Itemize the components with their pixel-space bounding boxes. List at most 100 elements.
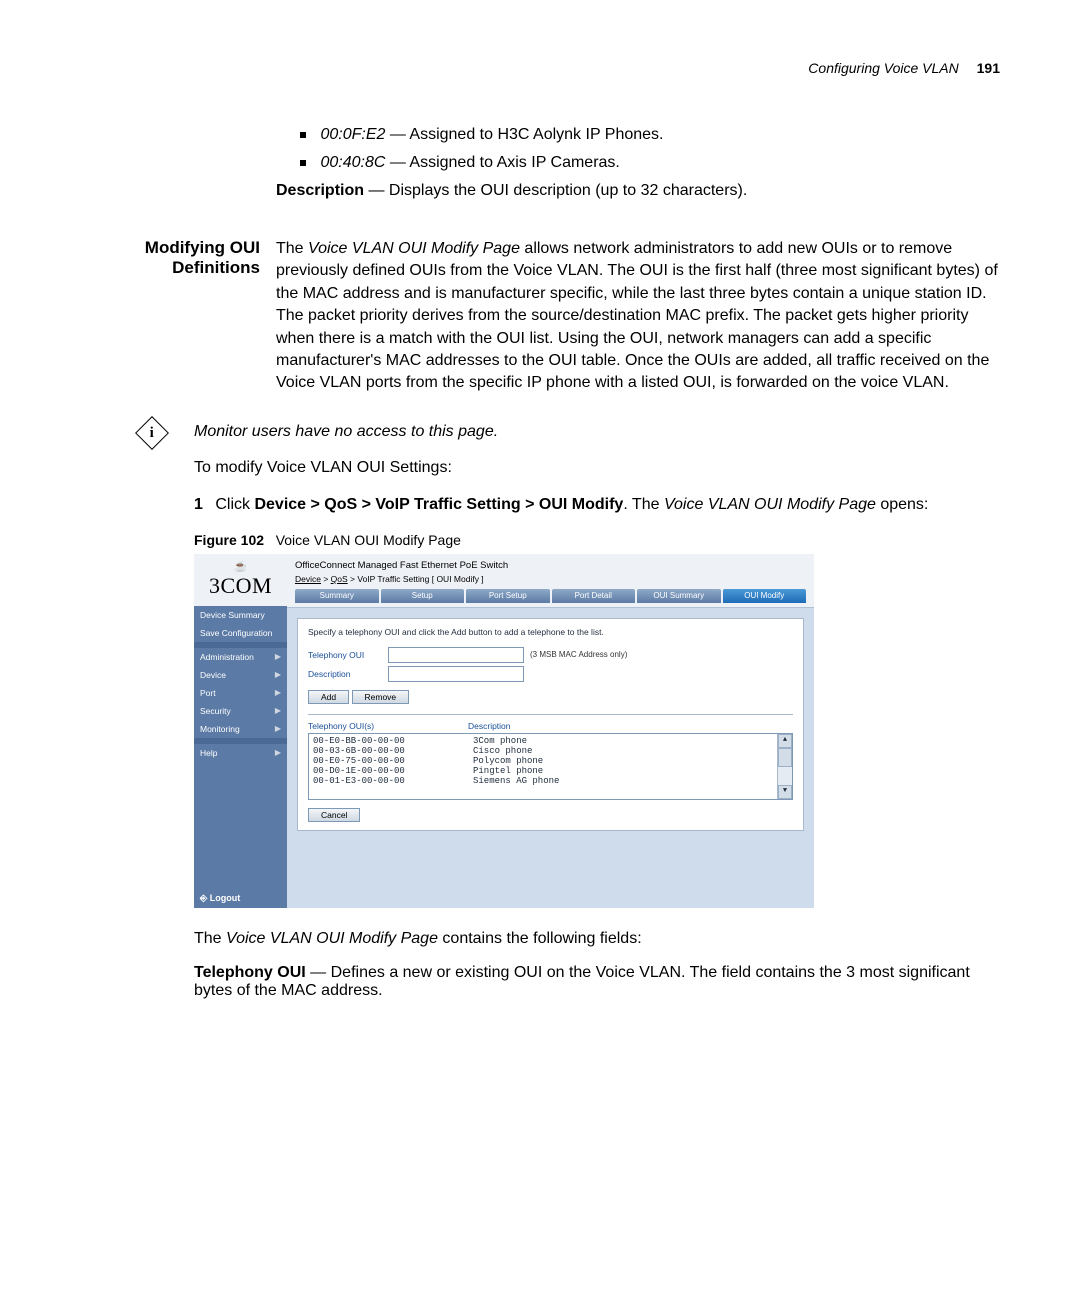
para-text-run: The <box>276 240 308 257</box>
step-number: 1 <box>194 496 203 513</box>
oui-input-note: (3 MSB MAC Address only) <box>530 650 627 659</box>
listbox-col-desc: 3Com phone Cisco phone Polycom phone Pin… <box>469 734 792 799</box>
field-desc: — Displays the OUI description (up to 32… <box>368 182 747 199</box>
chevron-right-icon: ▶ <box>275 706 281 715</box>
embedded-screenshot: ☕ 3COM Device Summary Save Configuration… <box>194 554 814 908</box>
list-item[interactable]: 00-03-6B-00-00-00 <box>313 746 465 756</box>
para-post: contains the following fields: <box>438 930 642 947</box>
field-desc: — Defines a new or existing OUI on the V… <box>194 964 970 999</box>
field-name: Telephony OUI <box>194 964 306 981</box>
oui-listbox[interactable]: 00-E0-BB-00-00-00 00-03-6B-00-00-00 00-E… <box>308 733 793 800</box>
sidebar-item-administration[interactable]: Administration▶ <box>194 648 287 666</box>
col-oui: Telephony OUI(s) <box>308 721 468 731</box>
col-desc: Description <box>468 721 511 731</box>
list-item: 00:0F:E2 — Assigned to H3C Aolynk IP Pho… <box>300 126 1000 144</box>
panel-body: Specify a telephony OUI and click the Ad… <box>287 607 814 908</box>
scroll-up-icon[interactable]: ▲ <box>778 734 792 748</box>
menu-path: Device > QoS > VoIP Traffic Setting > OU… <box>254 496 623 513</box>
oui-text: — Assigned to H3C Aolynk IP Phones. <box>390 126 664 143</box>
page-header: Configuring Voice VLAN 191 <box>80 60 1000 76</box>
telephony-oui-label: Telephony OUI <box>308 650 388 660</box>
scrollbar[interactable]: ▲ ▼ <box>777 734 792 799</box>
list-item: 00:40:8C — Assigned to Axis IP Cameras. <box>300 154 1000 172</box>
tab-setup[interactable]: Setup <box>381 589 465 603</box>
form-panel: Specify a telephony OUI and click the Ad… <box>297 618 804 831</box>
crumb-link[interactable]: Device <box>295 574 321 584</box>
telephony-oui-input[interactable] <box>388 647 524 663</box>
tab-oui-modify[interactable]: OUI Modify <box>723 589 807 603</box>
info-icon: i <box>135 416 169 450</box>
chevron-right-icon: ▶ <box>275 748 281 757</box>
body-paragraph: The Voice VLAN OUI Modify Page allows ne… <box>276 238 1000 395</box>
list-item: Description — Displays the OUI descripti… <box>276 182 1000 200</box>
body-paragraph: The Voice VLAN OUI Modify Page contains … <box>194 928 1000 950</box>
main-panel: OfficeConnect Managed Fast Ethernet PoE … <box>287 554 814 908</box>
list-item[interactable]: Polycom phone <box>473 756 788 766</box>
list-item[interactable]: 00-01-E3-00-00-00 <box>313 776 465 786</box>
sidebar-item-monitoring[interactable]: Monitoring▶ <box>194 720 287 738</box>
field-name: Description <box>276 182 364 199</box>
listbox-col-oui: 00-E0-BB-00-00-00 00-03-6B-00-00-00 00-E… <box>309 734 469 799</box>
step-item: 1 Click Device > QoS > VoIP Traffic Sett… <box>214 494 1000 516</box>
remove-button[interactable]: Remove <box>352 690 410 704</box>
tab-port-setup[interactable]: Port Setup <box>466 589 550 603</box>
sidebar-item-help[interactable]: Help▶ <box>194 744 287 762</box>
chevron-right-icon: ▶ <box>275 670 281 679</box>
step-pre: Click <box>215 496 254 513</box>
chevron-right-icon: ▶ <box>275 688 281 697</box>
list-item[interactable]: Cisco phone <box>473 746 788 756</box>
logo-text: 3COM <box>209 573 272 599</box>
list-item[interactable]: Pingtel phone <box>473 766 788 776</box>
spacer <box>80 126 276 210</box>
scroll-down-icon[interactable]: ▼ <box>778 785 792 799</box>
list-item[interactable]: Siemens AG phone <box>473 776 788 786</box>
scroll-thumb[interactable] <box>778 748 792 768</box>
instruction-text: Specify a telephony OUI and click the Ad… <box>308 627 793 637</box>
page-number: 191 <box>977 60 1000 76</box>
list-item[interactable]: 00-E0-75-00-00-00 <box>313 756 465 766</box>
bullet-icon <box>300 160 306 166</box>
add-button[interactable]: Add <box>308 690 349 704</box>
chevron-right-icon: ▶ <box>275 652 281 661</box>
breadcrumb: Device > QoS > VoIP Traffic Setting [ OU… <box>287 574 814 589</box>
sidebar-item-port[interactable]: Port▶ <box>194 684 287 702</box>
body-paragraph: To modify Voice VLAN OUI Settings: <box>194 457 1000 479</box>
tab-port-detail[interactable]: Port Detail <box>552 589 636 603</box>
sidebar-item-save[interactable]: Save Configuration <box>194 624 287 642</box>
tab-row: Summary Setup Port Setup Port Detail OUI… <box>287 589 814 607</box>
list-item: Telephony OUI — Defines a new or existin… <box>194 964 1000 1000</box>
list-item[interactable]: 3Com phone <box>473 736 788 746</box>
list-item[interactable]: 00-D0-1E-00-00-00 <box>313 766 465 776</box>
description-label: Description <box>308 669 388 679</box>
section-heading: Modifying OUI Definitions <box>80 238 276 409</box>
tab-oui-summary[interactable]: OUI Summary <box>637 589 721 603</box>
figure-caption: Figure 102 Voice VLAN OUI Modify Page <box>194 532 1000 548</box>
page-ref: Voice VLAN OUI Modify Page <box>664 496 876 513</box>
bullet-icon <box>300 132 306 138</box>
scroll-track[interactable] <box>778 767 792 785</box>
cancel-button[interactable]: Cancel <box>308 808 360 822</box>
logo: ☕ 3COM <box>194 554 287 606</box>
sidebar-item-device[interactable]: Device▶ <box>194 666 287 684</box>
info-note: Monitor users have no access to this pag… <box>194 421 1000 443</box>
divider <box>308 714 793 715</box>
step-post: opens: <box>876 496 928 513</box>
tab-summary[interactable]: Summary <box>295 589 379 603</box>
step-mid: . The <box>623 496 664 513</box>
sidebar-item-summary[interactable]: Device Summary <box>194 606 287 624</box>
oui-code: 00:0F:E2 <box>320 126 385 143</box>
column-headers: Telephony OUI(s) Description <box>308 721 793 731</box>
info-note-row: i Monitor users have no access to this p… <box>80 421 1000 1011</box>
list-item[interactable]: 00-E0-BB-00-00-00 <box>313 736 465 746</box>
header-title: Configuring Voice VLAN <box>808 60 958 76</box>
logout-button[interactable]: ⎆ Logout <box>200 893 240 904</box>
crumb-current: VoIP Traffic Setting [ OUI Modify ] <box>357 574 483 584</box>
para-pre: The <box>194 930 226 947</box>
sidebar-item-security[interactable]: Security▶ <box>194 702 287 720</box>
page-ref: Voice VLAN OUI Modify Page <box>226 930 438 947</box>
oui-list: 00:0F:E2 — Assigned to H3C Aolynk IP Pho… <box>300 126 1000 172</box>
description-input[interactable] <box>388 666 524 682</box>
oui-code: 00:40:8C <box>320 154 385 171</box>
crumb-link[interactable]: QoS <box>331 574 348 584</box>
sidebar: ☕ 3COM Device Summary Save Configuration… <box>194 554 287 908</box>
